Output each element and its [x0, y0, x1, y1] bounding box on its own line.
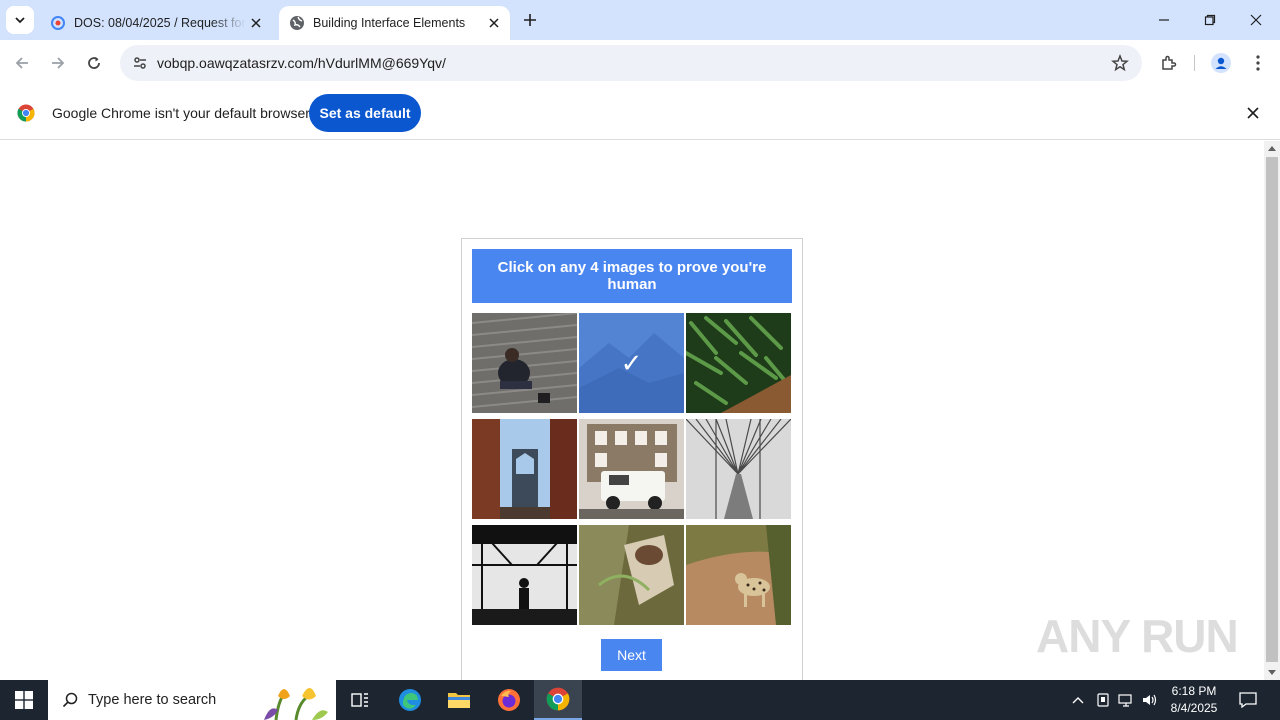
set-as-default-button[interactable]: Set as default	[309, 94, 421, 132]
page-scrollbar[interactable]	[1264, 141, 1280, 680]
minimize-button[interactable]	[1141, 0, 1187, 40]
taskbar-firefox[interactable]	[485, 680, 533, 720]
tab-title: DOS: 08/04/2025 / Request for	[74, 16, 246, 30]
infobar-message: Google Chrome isn't your default browser	[52, 105, 310, 121]
scroll-down-arrow-icon[interactable]	[1268, 670, 1276, 675]
tab-title: Building Interface Elements	[313, 16, 466, 30]
windows-logo-icon	[15, 691, 33, 709]
tile-image	[579, 419, 684, 519]
scroll-thumb[interactable]	[1266, 157, 1278, 662]
restore-icon	[1204, 14, 1216, 26]
tray-volume-button[interactable]	[1140, 680, 1160, 720]
forward-button[interactable]	[42, 47, 74, 79]
show-hidden-icons-button[interactable]	[1068, 680, 1088, 720]
chevron-down-icon	[15, 17, 25, 24]
notifications-button[interactable]	[1234, 680, 1262, 720]
tab-strip: DOS: 08/04/2025 / Request for Building I…	[0, 0, 1280, 40]
search-icon	[60, 690, 80, 710]
firefox-icon	[498, 689, 520, 711]
captcha-tile-mountain[interactable]: ✓	[579, 313, 684, 413]
taskbar-edge[interactable]	[386, 680, 434, 720]
restore-button[interactable]	[1187, 0, 1233, 40]
puzzle-icon	[1162, 55, 1177, 70]
tile-image	[472, 525, 577, 625]
minimize-icon	[1159, 19, 1169, 21]
taskbar-chrome[interactable]	[534, 680, 582, 720]
network-icon	[1118, 694, 1132, 707]
chevron-up-icon	[1072, 697, 1084, 704]
kebab-menu-icon	[1256, 55, 1260, 71]
taskbar-search-box[interactable]: Type here to search	[48, 680, 336, 720]
menu-button[interactable]	[1242, 47, 1274, 79]
tile-image	[686, 419, 791, 519]
clock-date: 8/4/2025	[1170, 701, 1218, 715]
notification-icon	[1239, 692, 1257, 708]
close-icon	[1250, 14, 1262, 26]
arrow-right-icon	[52, 57, 65, 69]
reload-button[interactable]	[78, 47, 110, 79]
captcha-tile-suspension-bridge[interactable]	[686, 419, 791, 519]
globe-icon	[289, 15, 305, 31]
taskbar-clock[interactable]: 6:18 PM 8/4/2025	[1158, 683, 1230, 717]
captcha-tile-person-on-steps[interactable]	[472, 313, 577, 413]
extensions-button[interactable]	[1153, 47, 1185, 79]
tab-search-button[interactable]	[6, 6, 34, 34]
captcha-tile-silhouette[interactable]	[472, 525, 577, 625]
anyrun-watermark: ANY RUN	[1036, 610, 1239, 662]
chrome-icon	[546, 687, 570, 711]
volume-icon	[1143, 694, 1157, 706]
tile-image	[579, 525, 684, 625]
toolbar-divider	[1194, 55, 1195, 71]
infobar-close-icon[interactable]	[1243, 103, 1263, 123]
default-browser-infobar: Google Chrome isn't your default browser…	[0, 86, 1280, 140]
captcha-tile-green-beans[interactable]	[686, 313, 791, 413]
captcha-tile-leopard[interactable]	[686, 525, 791, 625]
tab-building-interface-elements[interactable]: Building Interface Elements	[279, 6, 510, 40]
bookmark-star-icon[interactable]	[1110, 53, 1130, 73]
tab-favicon-icon	[50, 15, 66, 31]
browser-toolbar: vobqp.oawqzatasrzv.com/hVdurlMM@669Yqv/	[0, 40, 1280, 86]
edge-browser-icon	[399, 689, 421, 711]
close-window-button[interactable]	[1233, 0, 1279, 40]
clock-time: 6:18 PM	[1171, 684, 1217, 698]
captcha-instruction: Click on any 4 images to prove you're hu…	[472, 249, 792, 303]
new-tab-button[interactable]	[518, 8, 542, 32]
task-view-button[interactable]	[336, 680, 384, 720]
taskbar-search-placeholder: Type here to search	[88, 692, 217, 708]
tab-close-icon[interactable]	[246, 13, 266, 33]
plus-icon	[524, 14, 536, 26]
tile-image	[472, 313, 577, 413]
captcha-widget: Click on any 4 images to prove you're hu…	[461, 238, 803, 680]
start-button[interactable]	[0, 680, 48, 720]
task-view-icon	[351, 693, 368, 707]
tulip-decoration-icon	[264, 688, 328, 720]
captcha-tile-bridge-buildings[interactable]	[472, 419, 577, 519]
taskbar-file-explorer[interactable]	[435, 680, 483, 720]
arrow-left-icon	[15, 57, 28, 69]
back-button[interactable]	[6, 47, 38, 79]
device-icon	[1097, 693, 1109, 707]
page-viewport: Click on any 4 images to prove you're hu…	[0, 141, 1264, 680]
windows-taskbar: Type here to search 6:18 PM 8/4/2025	[0, 680, 1280, 720]
tile-image	[686, 313, 791, 413]
site-settings-icon[interactable]	[127, 50, 153, 76]
captcha-tile-person-plant[interactable]	[579, 525, 684, 625]
folder-icon	[448, 693, 470, 708]
selected-check-icon: ✓	[579, 313, 684, 413]
tray-device-button[interactable]	[1094, 680, 1112, 720]
address-bar[interactable]: vobqp.oawqzatasrzv.com/hVdurlMM@669Yqv/	[120, 45, 1142, 81]
captcha-next-button[interactable]: Next	[601, 639, 662, 671]
scroll-up-arrow-icon[interactable]	[1268, 146, 1276, 151]
profile-button[interactable]	[1205, 47, 1237, 79]
tile-image	[472, 419, 577, 519]
reload-icon	[88, 57, 100, 69]
url-text: vobqp.oawqzatasrzv.com/hVdurlMM@669Yqv/	[157, 55, 446, 71]
captcha-tile-white-suv[interactable]	[579, 419, 684, 519]
tile-image	[686, 525, 791, 625]
chrome-logo-icon	[17, 104, 35, 122]
tray-network-button[interactable]	[1116, 680, 1136, 720]
tab-dos-request[interactable]: DOS: 08/04/2025 / Request for	[40, 6, 272, 40]
profile-avatar-icon	[1211, 53, 1231, 73]
tab-close-icon[interactable]	[484, 13, 504, 33]
